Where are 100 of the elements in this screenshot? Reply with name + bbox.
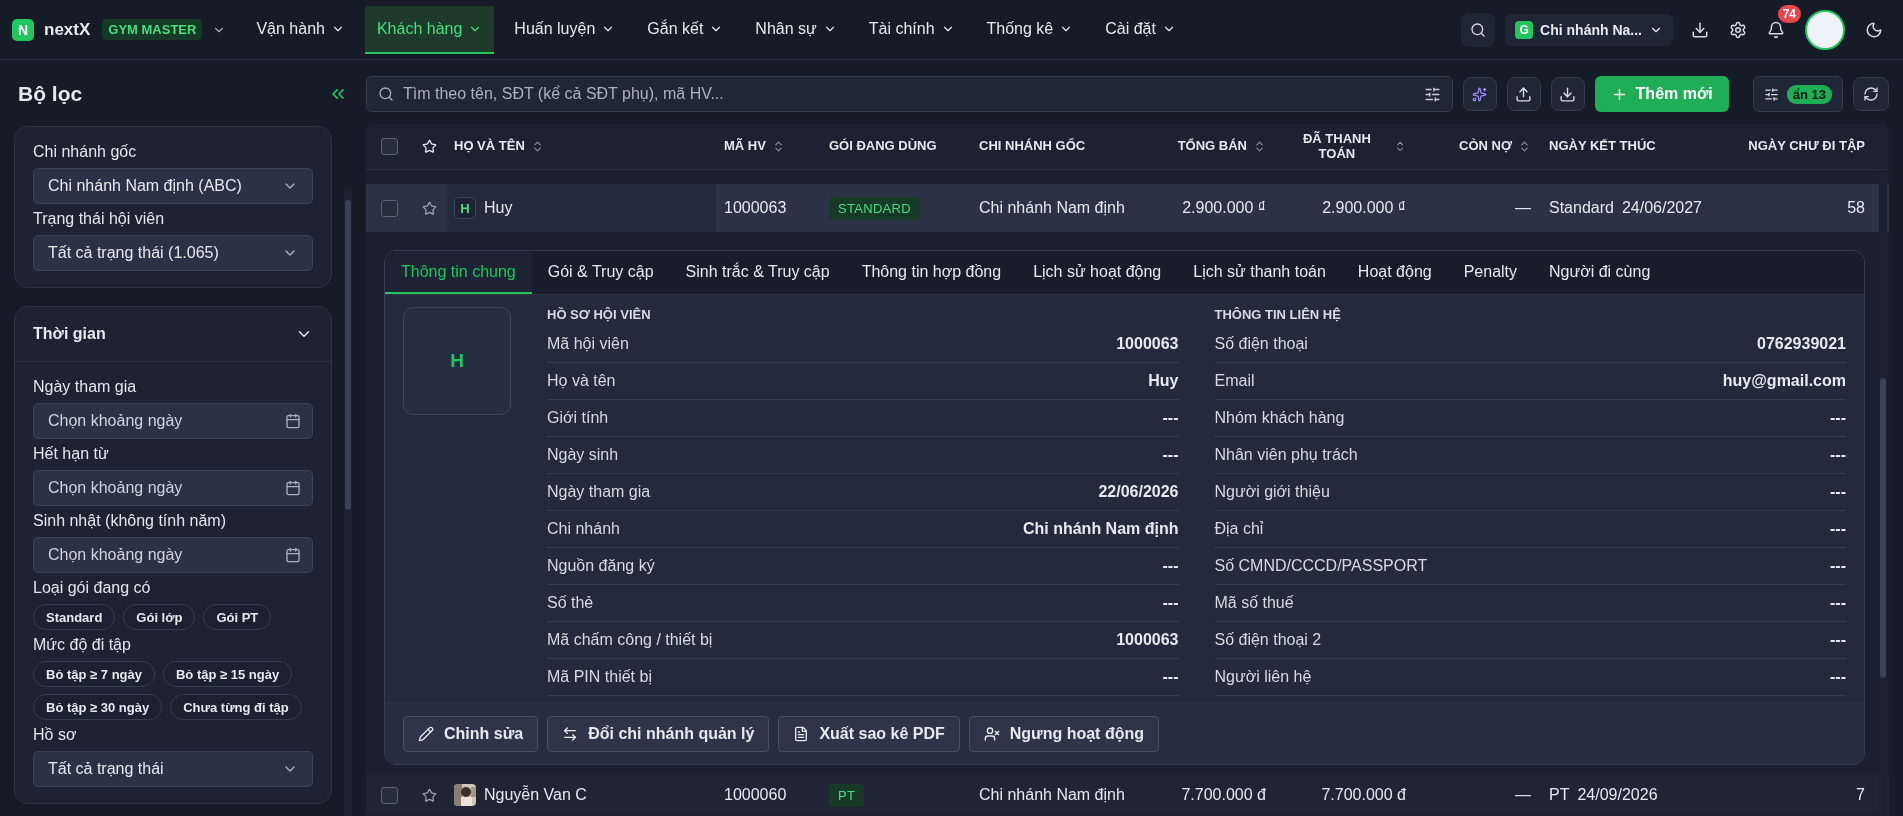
column-header[interactable]: CHI NHÁNH GỐC bbox=[979, 139, 1086, 154]
action-button[interactable]: Đổi chi nhánh quản lý bbox=[547, 715, 770, 752]
info-value: --- bbox=[1830, 446, 1846, 464]
export-button[interactable] bbox=[1506, 77, 1541, 111]
filter-chip[interactable]: Bỏ tập ≥ 15 ngày bbox=[163, 661, 293, 687]
detail-tab[interactable]: Penalty bbox=[1447, 251, 1534, 294]
nav-menu-item[interactable]: Gắn kết bbox=[635, 5, 736, 54]
scrollbar[interactable] bbox=[344, 186, 352, 816]
branch-select[interactable]: G Chi nhánh Na... bbox=[1505, 13, 1673, 46]
filter-chip[interactable]: Gói PT bbox=[203, 604, 272, 630]
date-range-field[interactable]: Chọn khoảng ngày bbox=[33, 470, 313, 506]
nav-menu-item[interactable]: Thống kê bbox=[974, 5, 1086, 54]
brand-name: nextX bbox=[44, 19, 91, 40]
action-button[interactable]: Ngưng hoạt động bbox=[968, 715, 1159, 752]
detail-tab[interactable]: Thông tin chung bbox=[385, 251, 532, 294]
calendar-icon bbox=[285, 547, 301, 563]
action-button[interactable]: Xuất sao kê PDF bbox=[778, 715, 960, 752]
info-label: Mã chấm công / thiết bị bbox=[547, 631, 713, 649]
moon-icon bbox=[1865, 20, 1883, 39]
filter-label: Loại gói đang có bbox=[33, 579, 152, 597]
nav-menu-item[interactable]: Nhân sự bbox=[743, 5, 849, 54]
info-label: Số điện thoại bbox=[1214, 335, 1308, 353]
filter-chip[interactable]: Gói lớp bbox=[123, 604, 196, 630]
filter-select[interactable]: Chi nhánh Nam định (ABC) bbox=[33, 168, 313, 204]
search-field[interactable]: Tìm theo tên, SĐT (kể cả SĐT phụ), mã HV... bbox=[366, 76, 1453, 112]
filter-chip[interactable]: Chưa từng đi tập bbox=[170, 694, 302, 720]
detail-tab[interactable]: Lịch sử thanh toán bbox=[1177, 251, 1342, 294]
end-date: 24/06/2027 bbox=[1621, 199, 1702, 217]
filter-select[interactable]: Tất cả trạng thái bbox=[33, 751, 313, 787]
column-header[interactable]: ĐÃ THANH TOÁN bbox=[1286, 131, 1388, 162]
detail-tab[interactable]: Sinh trắc & Truy cập bbox=[669, 251, 846, 294]
date-range-field[interactable]: Chọn khoảng ngày bbox=[33, 403, 313, 439]
pencil-icon bbox=[418, 725, 434, 742]
filter-label: Sinh nhật (không tính năm) bbox=[33, 512, 227, 530]
package-type: PT bbox=[1549, 786, 1570, 804]
nav-menu-item[interactable]: Tài chính bbox=[856, 5, 967, 54]
star-icon[interactable] bbox=[421, 787, 437, 803]
filter-label: Chi nhánh gốc bbox=[33, 143, 138, 161]
info-value: --- bbox=[1830, 668, 1846, 686]
package-tag: STANDARD bbox=[829, 196, 920, 220]
member-avatar: H bbox=[403, 307, 511, 415]
detail-tab[interactable]: Người đi cùng bbox=[1533, 251, 1667, 294]
sort-icon[interactable] bbox=[1518, 140, 1531, 153]
detail-tab[interactable]: Thông tin hợp đồng bbox=[845, 251, 1018, 294]
info-value: --- bbox=[1162, 409, 1179, 427]
filter-select[interactable]: Tất cả trạng thái (1.065) bbox=[33, 235, 313, 271]
checkbox[interactable] bbox=[380, 786, 398, 804]
column-header[interactable]: GÓI ĐANG DÙNG bbox=[829, 139, 937, 154]
member-name[interactable]: Nguyễn Van C bbox=[484, 786, 587, 804]
info-value: Huy bbox=[1148, 372, 1179, 390]
detail-tab[interactable]: Lịch sử hoạt động bbox=[1017, 251, 1178, 294]
checkbox[interactable] bbox=[380, 199, 398, 217]
column-header[interactable]: TỔNG BÁN bbox=[1177, 139, 1247, 154]
filter-chip[interactable]: Bỏ tập ≥ 7 ngày bbox=[33, 661, 155, 687]
column-header[interactable]: NGÀY KẾT THÚC bbox=[1549, 139, 1656, 154]
ai-button[interactable] bbox=[1462, 77, 1497, 111]
star-icon[interactable] bbox=[421, 200, 437, 216]
upload-icon bbox=[1515, 85, 1533, 103]
search-button[interactable] bbox=[1461, 12, 1496, 47]
member-name[interactable]: Huy bbox=[484, 199, 513, 217]
search-icon bbox=[1470, 21, 1487, 38]
refresh-button[interactable] bbox=[1853, 77, 1889, 111]
info-value: 0762939021 bbox=[1757, 335, 1846, 353]
download-icon bbox=[1691, 20, 1709, 39]
nav-menu-item[interactable]: Huấn luyện bbox=[502, 5, 628, 54]
column-header[interactable]: CÒN NỢ bbox=[1459, 139, 1512, 154]
info-label: Họ và tên bbox=[547, 372, 616, 390]
date-range-field[interactable]: Chọn khoảng ngày bbox=[33, 537, 313, 573]
column-header[interactable]: NGÀY CHƯ ĐI TẬP bbox=[1748, 139, 1865, 154]
sort-icon[interactable] bbox=[1253, 140, 1266, 153]
info-value: Chi nhánh Nam định bbox=[1022, 520, 1179, 538]
filter-chip[interactable]: Standard bbox=[33, 604, 116, 630]
column-header[interactable]: MÃ HV bbox=[724, 139, 766, 154]
import-button[interactable] bbox=[1550, 77, 1585, 111]
info-value: --- bbox=[1830, 631, 1846, 649]
package-tag: PT bbox=[829, 783, 865, 807]
column-toggle-button[interactable]: ẩn 13 bbox=[1752, 76, 1843, 112]
info-label: Số thẻ bbox=[547, 594, 594, 612]
action-button[interactable]: Chỉnh sửa bbox=[403, 715, 539, 752]
user-remove-icon bbox=[983, 725, 1000, 742]
filter-chip[interactable]: Bỏ tập ≥ 30 ngày bbox=[33, 694, 163, 720]
package-type: Standard bbox=[1549, 199, 1614, 217]
info-label: Địa chỉ bbox=[1214, 520, 1264, 538]
table-cell: — bbox=[1515, 786, 1531, 804]
info-label: Mã số thuế bbox=[1214, 594, 1294, 612]
table-row[interactable]: H Huy 1000063 STANDARD Chi nhánh Nam định 2.900.000 ₫ 2.900.000 ₫ — Standard 24/06/2027 58 bbox=[366, 184, 1889, 232]
info-label: Chi nhánh bbox=[547, 520, 620, 538]
detail-tab[interactable]: Gói & Truy cập bbox=[531, 251, 670, 294]
column-header[interactable]: HỌ VÀ TÊN bbox=[454, 139, 525, 154]
info-label: Người giới thiệu bbox=[1214, 483, 1330, 501]
info-label: Số điện thoại 2 bbox=[1214, 631, 1322, 649]
user-avatar[interactable] bbox=[1805, 9, 1845, 50]
nav-menu-item[interactable]: Vận hành bbox=[244, 5, 357, 54]
detail-tab[interactable]: Hoạt động bbox=[1341, 251, 1448, 294]
nav-menu-item[interactable]: Khách hàng bbox=[364, 5, 495, 54]
calendar-icon bbox=[285, 413, 301, 429]
filter-settings-icon[interactable] bbox=[1423, 86, 1441, 103]
nav-menu-item[interactable]: Cài đặt bbox=[1093, 5, 1188, 54]
table-row[interactable]: Nguyễn Van C 1000060 PT Chi nhánh Nam định 7.700.000 đ 7.700.000 đ — PT 24/09/2026 7 bbox=[366, 775, 1889, 815]
checkbox[interactable] bbox=[380, 138, 398, 155]
